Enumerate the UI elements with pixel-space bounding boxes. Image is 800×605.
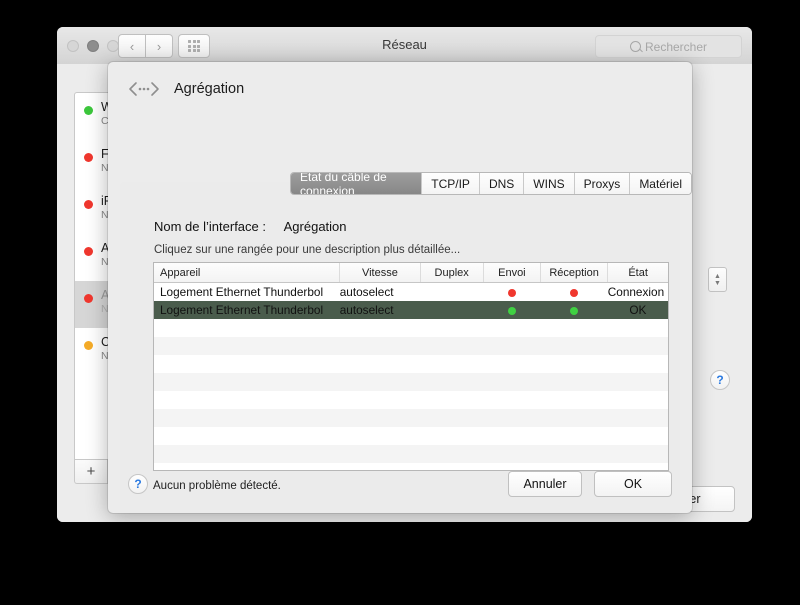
led-green-icon	[570, 306, 579, 315]
status-dot-icon	[84, 247, 93, 256]
table-header-row: Appareil Vitesse Duplex Envoi Réception …	[154, 263, 668, 283]
table-row-empty[interactable]	[154, 427, 668, 445]
table-row-empty[interactable]	[154, 337, 668, 355]
column-header-duplex[interactable]: Duplex	[420, 263, 484, 283]
dialog-title: Agrégation	[174, 81, 245, 97]
status-dot-icon	[84, 153, 93, 162]
status-dot-icon	[84, 341, 93, 350]
table-row[interactable]: Logement Ethernet Thunderbol autoselect …	[154, 301, 668, 319]
led-red-icon	[570, 288, 579, 297]
table-row-empty[interactable]	[154, 409, 668, 427]
dialog-hint: Cliquez sur une rangée pour une descript…	[154, 244, 461, 256]
search-icon	[629, 41, 641, 52]
cell-send	[483, 301, 541, 319]
table-row[interactable]: Logement Ethernet Thunderbol autoselect …	[154, 282, 668, 301]
add-service-button[interactable]: +	[75, 460, 108, 483]
interfaces-table[interactable]: Appareil Vitesse Duplex Envoi Réception …	[153, 262, 669, 471]
search-input[interactable]: Rechercher	[595, 35, 742, 58]
cell-speed: autoselect	[339, 282, 421, 301]
cell-device: Logement Ethernet Thunderbol	[154, 282, 340, 301]
tab-materiel[interactable]: Matériel	[630, 173, 691, 194]
column-header-envoi[interactable]: Envoi	[483, 263, 541, 283]
cell-duplex	[420, 282, 484, 301]
stepper-down-arrow: ▼	[714, 279, 721, 287]
table-body: Logement Ethernet Thunderbol autoselect …	[154, 282, 668, 470]
search-placeholder: Rechercher	[644, 39, 708, 54]
cell-receive	[540, 282, 608, 301]
table-row-empty[interactable]	[154, 391, 668, 409]
column-header-vitesse[interactable]: Vitesse	[339, 263, 421, 283]
dialog-footer: ? Annuler OK	[108, 455, 692, 513]
aggregation-dialog: Agrégation Nom de l’interface : Agrégati…	[108, 62, 692, 513]
cell-send	[483, 282, 541, 301]
column-header-etat[interactable]: État	[607, 263, 668, 283]
cell-receive	[540, 301, 608, 319]
interface-name-label: Nom de l’interface :	[154, 219, 266, 234]
cancel-button[interactable]: Annuler	[508, 471, 582, 497]
interface-name-row: Nom de l’interface : Agrégation	[154, 219, 347, 234]
cell-duplex	[420, 301, 484, 319]
dialog-header: Agrégation	[126, 79, 244, 99]
screen: ‹ › Réseau Rechercher Wi- Con	[0, 0, 800, 605]
interface-name-value: Agrégation	[283, 219, 347, 234]
dialog-help-button[interactable]: ?	[128, 474, 148, 494]
tab-tcpip[interactable]: TCP/IP	[422, 173, 480, 194]
tab-proxys[interactable]: Proxys	[574, 173, 631, 194]
cell-state: Connexion invali	[607, 282, 668, 301]
aggregate-link-icon	[126, 79, 162, 99]
status-dot-icon	[84, 106, 93, 115]
cell-device: Logement Ethernet Thunderbol	[154, 301, 340, 319]
window-titlebar: ‹ › Réseau Rechercher	[57, 27, 752, 65]
cell-speed: autoselect	[339, 301, 421, 319]
stepper-up-arrow: ▲	[714, 272, 721, 280]
status-dot-icon	[84, 200, 93, 209]
stepper-up-down-icon[interactable]: ▲ ▼	[708, 267, 727, 292]
column-header-reception[interactable]: Réception	[540, 263, 609, 283]
table-row-empty[interactable]	[154, 373, 668, 391]
dialog-tabs[interactable]: État du câble de connexion TCP/IP DNS WI…	[290, 172, 692, 195]
cell-state: OK	[607, 301, 668, 319]
tab-etat-du-cable[interactable]: État du câble de connexion	[291, 173, 423, 194]
table-row-empty[interactable]	[154, 319, 668, 337]
table-row-empty[interactable]	[154, 355, 668, 373]
help-button[interactable]: ?	[710, 370, 730, 390]
status-dot-icon	[84, 294, 93, 303]
led-red-icon	[507, 288, 516, 297]
ok-button[interactable]: OK	[594, 471, 672, 497]
tab-dns[interactable]: DNS	[479, 173, 525, 194]
tab-wins[interactable]: WINS	[524, 173, 575, 194]
column-header-appareil[interactable]: Appareil	[154, 263, 341, 283]
led-green-icon	[507, 306, 516, 315]
